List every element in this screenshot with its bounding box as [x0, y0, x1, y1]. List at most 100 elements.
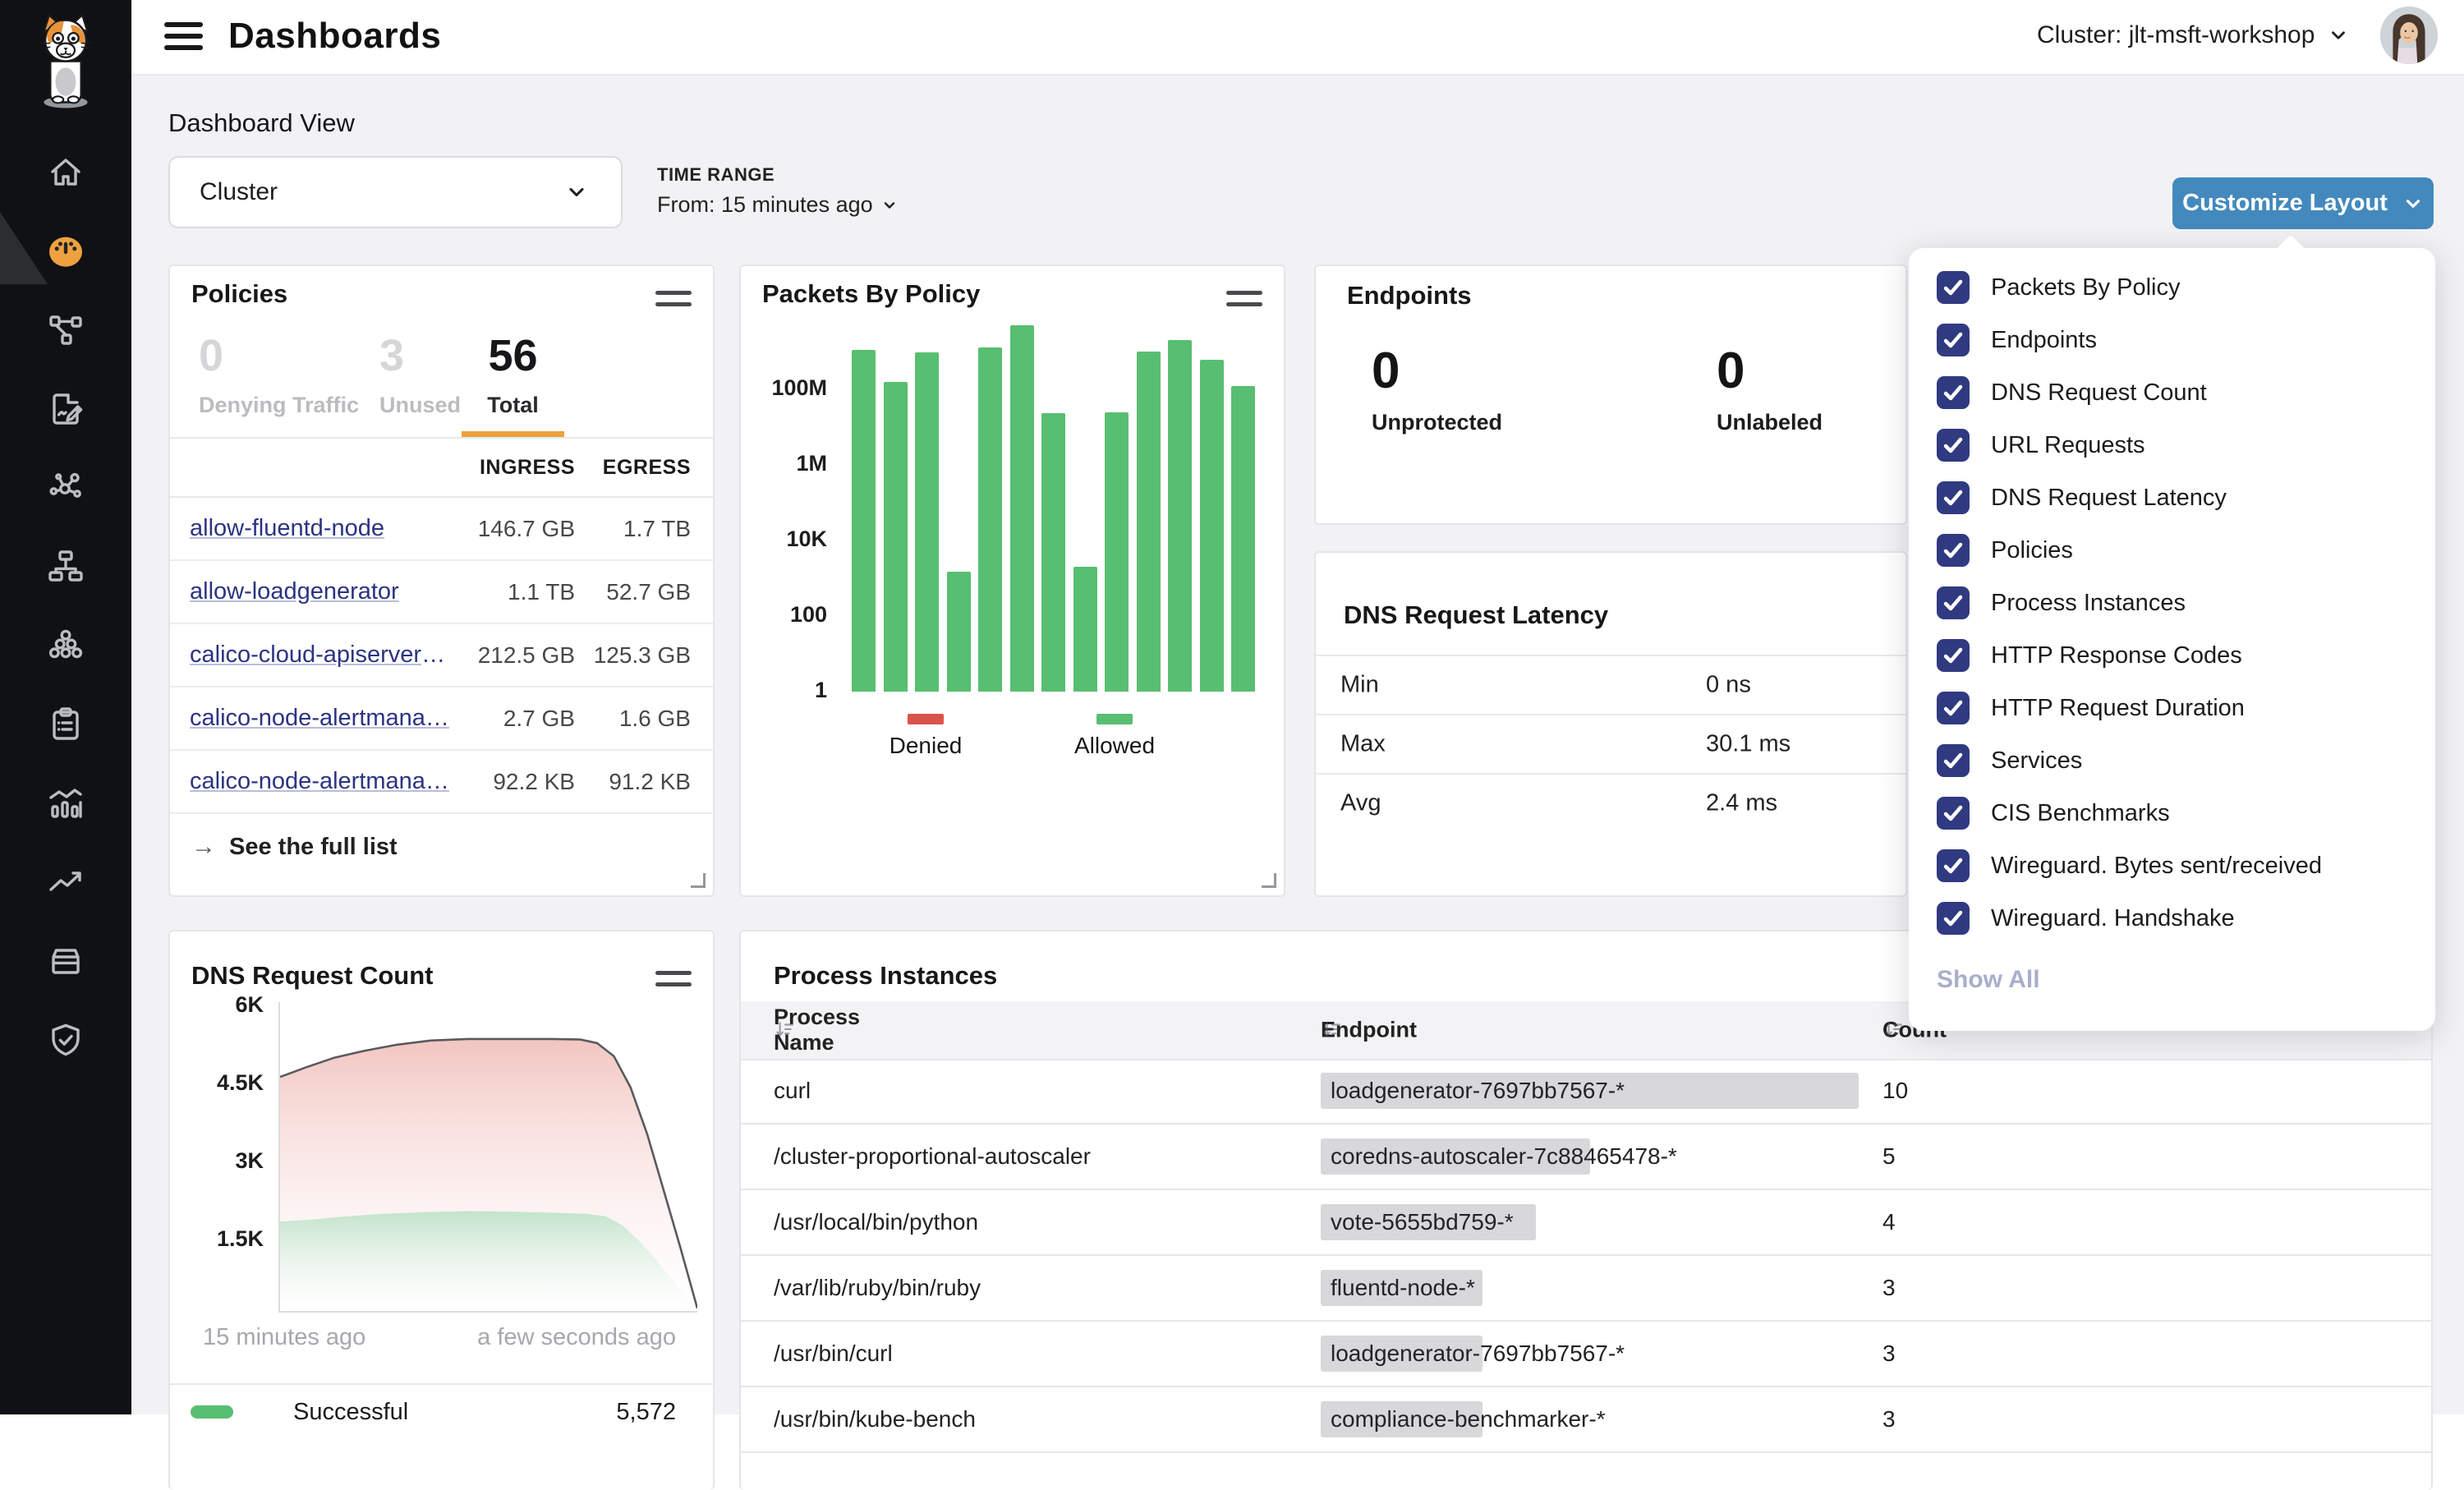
- layout-menu-item[interactable]: DNS Request Latency: [1909, 471, 2435, 524]
- card-title: Endpoints: [1347, 281, 1472, 310]
- sidebar-item-clusters[interactable]: [0, 606, 131, 685]
- legend-swatch: [908, 714, 944, 724]
- legend-label: Allowed: [1061, 733, 1168, 759]
- legend-item[interactable]: Allowed: [1061, 714, 1168, 759]
- policy-link[interactable]: calico-node-alertmana…: [190, 705, 452, 732]
- drag-handle-icon[interactable]: [1226, 291, 1262, 314]
- show-all-link[interactable]: Show All: [1937, 966, 2435, 994]
- sidebar-item-alerts[interactable]: [0, 843, 131, 922]
- latency-value: 30.1 ms: [1706, 731, 1791, 758]
- policy-row: allow-loadgenerator 1.1 TB 52.7 GB: [170, 561, 713, 624]
- stat-value: 0: [1717, 342, 1823, 400]
- sidebar-item-policy-editor[interactable]: [0, 370, 131, 448]
- stat-label: Unprotected: [1372, 410, 1502, 435]
- sidebar-item-image-assurance[interactable]: [0, 922, 131, 1000]
- y-tick-label: 1M: [741, 451, 827, 476]
- y-tick-label: 100M: [741, 375, 827, 401]
- menu-item-label: Wireguard. Handshake: [1991, 905, 2235, 932]
- layout-menu-item[interactable]: Services: [1909, 734, 2435, 787]
- legend-swatch: [1096, 714, 1133, 724]
- layout-menu-item[interactable]: Wireguard. Bytes sent/received: [1909, 839, 2435, 892]
- dashboard-view-select[interactable]: Cluster: [168, 156, 623, 228]
- resize-handle[interactable]: [691, 873, 706, 888]
- column-ingress: INGRESS: [452, 456, 575, 480]
- checkbox-checked-icon: [1937, 586, 1970, 619]
- user-avatar[interactable]: [2380, 7, 2438, 64]
- policy-link[interactable]: allow-loadgenerator: [190, 578, 452, 605]
- policy-link[interactable]: allow-fluentd-node: [190, 515, 452, 542]
- y-tick-label: 6K: [170, 992, 264, 1018]
- column-count[interactable]: Count: [1882, 1019, 1904, 1041]
- layout-menu-item[interactable]: Endpoints: [1909, 314, 2435, 366]
- sidebar-item-threat-defense[interactable]: [0, 1000, 131, 1079]
- y-tick-label: 1.5K: [170, 1226, 264, 1252]
- layout-menu-item[interactable]: HTTP Response Codes: [1909, 629, 2435, 682]
- policy-link[interactable]: calico-node-alertmana…: [190, 768, 452, 795]
- process-name: /var/lib/ruby/bin/ruby: [774, 1275, 981, 1301]
- menu-item-label: HTTP Response Codes: [1991, 642, 2242, 669]
- policy-ingress: 2.7 GB: [452, 706, 575, 732]
- sidebar-item-network-sets[interactable]: [0, 291, 131, 370]
- drag-handle-icon[interactable]: [655, 291, 692, 314]
- endpoint-name: fluentd-node-*: [1331, 1275, 1475, 1301]
- drag-handle-icon[interactable]: [655, 971, 692, 994]
- edit-document-icon: [46, 389, 85, 429]
- process-name: /cluster-proportional-autoscaler: [774, 1143, 1091, 1170]
- process-row: /usr/local/bin/python vote-5655bd759-* 4: [741, 1190, 2431, 1256]
- layout-menu-item[interactable]: Packets By Policy: [1909, 261, 2435, 314]
- time-range-label: TIME RANGE: [657, 164, 898, 186]
- sidebar-item-compliance[interactable]: [0, 685, 131, 764]
- sidebar-item-dashboards-active[interactable]: [0, 212, 131, 291]
- sidebar-item-service-graph[interactable]: [0, 448, 131, 527]
- arrow-right-icon: →: [191, 833, 216, 861]
- chevron-down-icon: [2328, 25, 2349, 46]
- layout-menu-item[interactable]: CIS Benchmarks: [1909, 787, 2435, 839]
- endpoint-name: loadgenerator-7697bb7567-*: [1331, 1078, 1625, 1104]
- layout-menu-item[interactable]: URL Requests: [1909, 419, 2435, 471]
- menu-item-label: Services: [1991, 747, 2082, 775]
- policy-link[interactable]: calico-cloud-apiserver-…: [190, 642, 452, 669]
- policy-ingress: 1.1 TB: [452, 579, 575, 605]
- clipboard-icon: [46, 705, 85, 744]
- checkbox-checked-icon: [1937, 692, 1970, 724]
- menu-item-label: Wireguard. Bytes sent/received: [1991, 853, 2322, 880]
- policies-stat-denying-traffic[interactable]: 0 Denying Traffic: [199, 332, 359, 431]
- layout-menu-item[interactable]: Policies: [1909, 524, 2435, 577]
- resize-handle[interactable]: [1262, 873, 1276, 888]
- see-full-list-link[interactable]: → See the full list: [170, 814, 713, 880]
- customize-layout-button[interactable]: Customize Layout: [2172, 177, 2434, 229]
- packets-bar: [1137, 352, 1161, 692]
- layout-menu-item[interactable]: Process Instances: [1909, 577, 2435, 629]
- dns-request-count-card: DNS Request Count 6K4.5K3K1.5K 15 minute…: [168, 930, 715, 1490]
- layout-menu-item[interactable]: HTTP Request Duration: [1909, 682, 2435, 734]
- column-endpoint[interactable]: Endpoint: [1321, 1019, 1342, 1041]
- policies-stat-total[interactable]: 56 Total: [462, 332, 564, 437]
- process-count: 4: [1882, 1209, 1896, 1235]
- checkbox-checked-icon: [1937, 271, 1970, 304]
- time-range-value[interactable]: From: 15 minutes ago: [657, 192, 898, 218]
- legend-item[interactable]: Denied: [872, 714, 979, 759]
- hamburger-menu-icon[interactable]: [164, 22, 203, 53]
- molecule-icon: [46, 468, 85, 508]
- legend-row: Successful 5,572: [170, 1385, 713, 1439]
- legend-value: 5,572: [616, 1399, 676, 1426]
- column-process-name[interactable]: Process Name: [774, 1019, 795, 1041]
- cluster-switcher[interactable]: Cluster: jlt-msft-workshop: [2037, 21, 2349, 49]
- packets-bar: [1073, 567, 1097, 692]
- calico-cat-logo[interactable]: [25, 10, 107, 112]
- sidebar-item-home[interactable]: [0, 133, 131, 212]
- packets-bar: [978, 347, 1002, 692]
- policies-stat-unused[interactable]: 3 Unused: [379, 332, 461, 431]
- chart-legend: Denied Allowed: [741, 714, 1284, 779]
- layout-menu-item[interactable]: DNS Request Count: [1909, 366, 2435, 419]
- y-tick-label: 3K: [170, 1148, 264, 1174]
- layout-menu-item[interactable]: Wireguard. Handshake: [1909, 892, 2435, 945]
- packets-bar: [1041, 413, 1065, 692]
- sidebar-item-timeline[interactable]: [0, 764, 131, 843]
- packets-bar: [852, 350, 876, 692]
- packets-bar: [1105, 412, 1129, 692]
- sidebar-item-endpoints[interactable]: [0, 527, 131, 606]
- sort-icon: [1321, 1019, 1342, 1041]
- chevron-down-icon: [2402, 193, 2424, 214]
- checkbox-checked-icon: [1937, 324, 1970, 356]
